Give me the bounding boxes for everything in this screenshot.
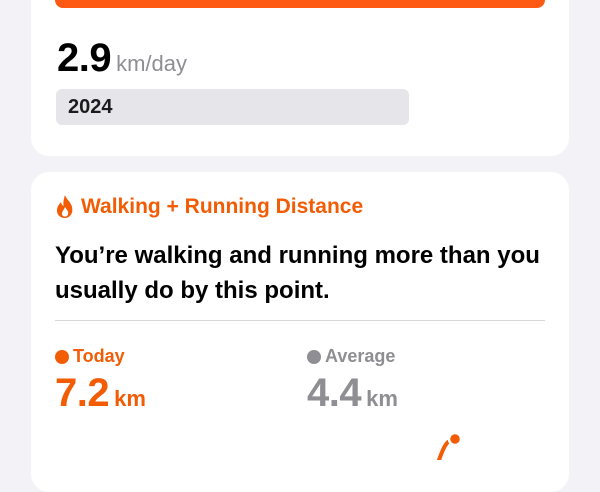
walking-running-trend-card[interactable]: Walking + Running Distance You’re walkin… xyxy=(31,172,569,492)
daily-average-value: 2.9 xyxy=(57,36,112,80)
card-title: Walking + Running Distance xyxy=(81,194,364,218)
average-unit: km xyxy=(366,386,398,411)
daily-average-unit: km/day xyxy=(116,51,188,76)
average-value: 4.4 xyxy=(307,371,362,415)
average-legend-dot xyxy=(307,349,321,364)
today-trend-line xyxy=(437,431,463,460)
today-legend-dot xyxy=(55,349,69,364)
flame-icon xyxy=(56,195,73,218)
average-label: Average xyxy=(325,346,396,366)
today-value: 7.2 xyxy=(55,371,110,415)
today-stat: Today 7.2 km xyxy=(55,346,146,416)
divider xyxy=(55,320,545,321)
year-label: 2024 xyxy=(68,96,113,118)
trend-headline: You’re walking and running more than you… xyxy=(55,242,540,304)
today-trend-point xyxy=(447,431,463,447)
card-header: Walking + Running Distance xyxy=(55,194,363,219)
today-unit: km xyxy=(114,386,146,411)
average-stat: Average 4.4 km xyxy=(307,346,398,416)
year-bar: 2024 xyxy=(56,89,409,125)
today-label: Today xyxy=(73,346,125,366)
distance-summary-card[interactable]: 2.9 km/day 2024 xyxy=(31,0,569,156)
distance-progress-bar xyxy=(55,0,545,8)
daily-average-row: 2.9 km/day xyxy=(57,36,187,81)
